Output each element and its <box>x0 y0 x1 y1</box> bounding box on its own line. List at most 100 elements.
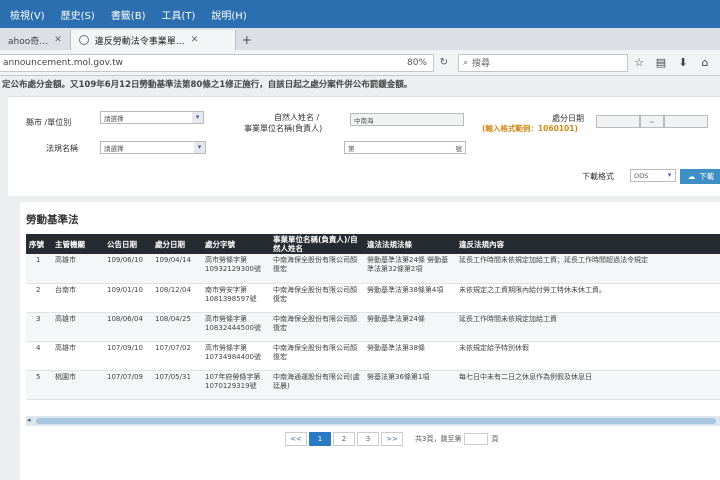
chevron-down-icon: ▾ <box>194 142 205 153</box>
page-3-button[interactable]: 3 <box>357 432 379 446</box>
notice-text: 定公布處分金額。又109年6月12日勞動基準法第80條之1修正施行，自該日起之處… <box>2 80 413 90</box>
tab-bar: ahoo奇… ✕ 違反勞動法令事業單… ✕ + <box>0 28 720 50</box>
chevron-down-icon: ▾ <box>664 170 675 181</box>
cell-violation: 延長工作時間未依規定加給工資；延長工作時間超過法令規定 <box>456 254 720 284</box>
scroll-left-icon[interactable]: ◂ <box>27 416 31 424</box>
navigation-bar: announcement.mol.gov.tw 80% ↻ ⌕ 搜尋 ☆ ▤ ⬇… <box>0 50 720 76</box>
format-select[interactable]: ODS ▾ <box>630 169 676 182</box>
doc-prefix: 第 <box>348 144 355 153</box>
county-select[interactable]: 請選擇 ▾ <box>100 111 204 124</box>
tab-announcement[interactable]: 違反勞動法令事業單… ✕ <box>70 30 236 50</box>
download-button[interactable]: ☁ 下載 <box>680 169 720 184</box>
close-icon[interactable]: ✕ <box>191 35 199 45</box>
site-icon <box>78 35 89 45</box>
menu-view[interactable]: 檢視(V) <box>10 7 45 22</box>
cell-authority: 高雄市 <box>52 312 104 342</box>
section-title: 勞動基準法 <box>26 214 79 226</box>
table-header-row: 序號 主管機關 公告日期 處分日期 處分字號 事業單位名稱(負責人)/自然人姓名… <box>26 234 720 254</box>
new-tab-button[interactable]: + <box>236 30 258 50</box>
reading-list-icon[interactable]: ▤ <box>650 56 672 69</box>
table-row[interactable]: 5 桃園市 107/07/09 107/05/31 107年府勞條字第107012931… <box>26 370 720 400</box>
cell-violation: 未依規定給予特別休假 <box>456 341 720 371</box>
download-arrow-icon[interactable]: ⬇ <box>672 56 694 69</box>
menu-bar: 檢視(V) 歷史(S) 書籤(B) 工具(T) 說明(H) <box>0 0 720 28</box>
cell-violation: 未依規定之工資期限內給付勞工特休未休工資。 <box>456 283 720 313</box>
page-info-prefix: 共3頁，跳至第 <box>415 435 462 443</box>
col-header-violation[interactable]: 違反法規內容 <box>456 234 720 254</box>
close-icon[interactable]: ✕ <box>54 35 62 45</box>
col-header-company[interactable]: 事業單位名稱(負責人)/自然人姓名 <box>270 234 364 254</box>
search-placeholder: 搜尋 <box>472 59 491 69</box>
law-select[interactable]: 請選擇 ▾ <box>100 141 206 154</box>
horizontal-scrollbar[interactable]: ◂ <box>26 416 720 426</box>
cell-announce-date: 108/06/04 <box>104 312 152 342</box>
url-text: announcement.mol.gov.tw <box>3 57 123 68</box>
date-separator: ~ <box>640 115 664 128</box>
menu-history[interactable]: 歷史(S) <box>61 7 95 22</box>
cell-announce-date: 107/09/10 <box>104 341 152 371</box>
zoom-level[interactable]: 80% <box>407 58 427 68</box>
cell-law: 勞基法第36條第1項 <box>364 370 456 400</box>
col-header-authority[interactable]: 主管機關 <box>52 234 104 254</box>
search-form: 縣市 /單位別 請選擇 ▾ 法規名稱 請選擇 ▾ 自然人姓名 / 事業單位名稱(… <box>8 96 720 196</box>
reload-icon[interactable]: ↻ <box>434 54 454 72</box>
name-input[interactable]: 中南海 <box>350 113 464 126</box>
cell-announce-date: 109/01/10 <box>104 283 152 313</box>
results-table-wrapper: 序號 主管機關 公告日期 處分日期 處分字號 事業單位名稱(負責人)/自然人姓名… <box>26 234 720 400</box>
cell-company: 中南海保全股份有限公司顏復宏 <box>270 341 364 371</box>
page-1-button[interactable]: 1 <box>309 432 331 446</box>
table-row[interactable]: 4 高雄市 107/09/10 107/07/02 高市勞條字第10734984400號… <box>26 341 720 371</box>
date-from-input[interactable] <box>596 115 640 128</box>
doc-number-input[interactable]: 第 號 <box>344 141 466 154</box>
name-label-line2: 事業單位名稱(負責人) <box>244 124 323 133</box>
cell-seq: 2 <box>26 283 52 313</box>
download-button-label: 下載 <box>699 172 715 181</box>
col-header-doc-number[interactable]: 處分字號 <box>202 234 270 254</box>
col-header-announce-date[interactable]: 公告日期 <box>104 234 152 254</box>
search-box[interactable]: ⌕ 搜尋 <box>458 53 628 72</box>
law-label: 法規名稱 <box>46 144 78 153</box>
home-icon[interactable]: ⌂ <box>694 56 716 69</box>
county-select-value: 請選擇 <box>104 114 124 123</box>
page-prev-button[interactable]: << <box>285 432 307 446</box>
date-to-input[interactable] <box>664 115 708 128</box>
pagination: << 1 2 3 >> 共3頁，跳至第 頁 <box>285 432 498 446</box>
page-2-button[interactable]: 2 <box>333 432 355 446</box>
date-separator-text: ~ <box>649 117 655 126</box>
cloud-download-icon: ☁ <box>687 172 696 181</box>
table-row[interactable]: 3 高雄市 108/06/04 108/04/25 高市勞條字第10832444500號… <box>26 312 720 342</box>
menu-bookmarks[interactable]: 書籤(B) <box>111 7 146 22</box>
page-jump: 共3頁，跳至第 頁 <box>415 433 498 445</box>
table-row[interactable]: 2 台南市 109/01/10 108/12/04 南市勞安字第1081398597號中… <box>26 283 720 313</box>
search-icon: ⌕ <box>463 57 469 68</box>
menu-tools[interactable]: 工具(T) <box>161 7 195 22</box>
results-table: 序號 主管機關 公告日期 處分日期 處分字號 事業單位名稱(負責人)/自然人姓名… <box>26 234 720 400</box>
tab-yahoo[interactable]: ahoo奇… ✕ <box>0 30 71 50</box>
tab-yahoo-label: ahoo奇… <box>8 36 49 47</box>
cell-company: 中南海保全股份有限公司顏復宏 <box>270 312 364 342</box>
page-jump-input[interactable] <box>464 433 489 445</box>
cell-law: 勞動基準法第24條 勞動基準法第32條第2項 <box>364 254 456 284</box>
chevron-down-icon: ▾ <box>192 112 203 123</box>
cell-doc-number: 高市勞條字第10832444500號 <box>202 312 270 342</box>
col-header-seq[interactable]: 序號 <box>26 234 52 254</box>
date-format-hint: (輸入格式範例：1060101) <box>482 124 578 133</box>
address-bar[interactable]: announcement.mol.gov.tw 80% <box>0 53 434 72</box>
county-label: 縣市 /單位別 <box>26 118 72 127</box>
table-row[interactable]: 1 高雄市 109/06/10 109/04/14 高市勞條字第10932129300號… <box>26 254 720 284</box>
scrollbar-thumb[interactable] <box>36 418 716 424</box>
menu-help[interactable]: 說明(H) <box>211 7 246 22</box>
star-icon[interactable]: ☆ <box>628 56 650 69</box>
page-next-button[interactable]: >> <box>381 432 403 446</box>
cell-authority: 台南市 <box>52 283 104 313</box>
cell-authority: 高雄市 <box>52 254 104 284</box>
cell-seq: 4 <box>26 341 52 371</box>
cell-seq: 3 <box>26 312 52 342</box>
col-header-law[interactable]: 違法法規法條 <box>364 234 456 254</box>
cell-company: 中南海保全股份有限公司顏復宏 <box>270 254 364 284</box>
col-header-penalty-date[interactable]: 處分日期 <box>152 234 202 254</box>
name-label-line1: 自然人姓名 / <box>274 113 320 122</box>
cell-violation: 延長工作時間未依規定加給工資 <box>456 312 720 342</box>
cell-authority: 高雄市 <box>52 341 104 371</box>
cell-penalty-date: 108/04/25 <box>152 312 202 342</box>
